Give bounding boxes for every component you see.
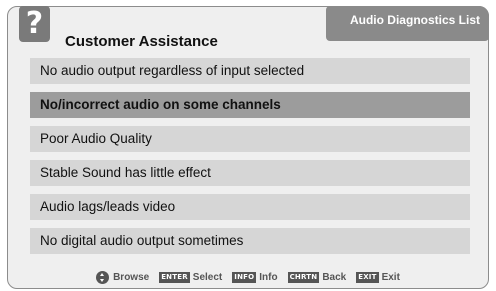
button-hints-bar: Browse ENTER Select INFO Info CHRTN Back… [0, 268, 496, 286]
hint-select: ENTER Select [159, 271, 223, 283]
enter-key-icon: ENTER [159, 271, 190, 283]
diagnostics-menu: No audio output regardless of input sele… [30, 58, 470, 262]
menu-item-label: No audio output regardless of input sele… [40, 63, 305, 78]
browse-label: Browse [113, 271, 150, 283]
hint-back: CHRTN Back [287, 271, 347, 283]
menu-item-label: Stable Sound has little effect [40, 165, 211, 180]
menu-item-no-digital-audio[interactable]: No digital audio output sometimes [30, 228, 470, 254]
question-mark-icon: ? [19, 6, 50, 42]
menu-item-poor-audio-quality[interactable]: Poor Audio Quality [30, 126, 470, 152]
page-title: Customer Assistance [65, 33, 218, 50]
dpad-up-down-icon [96, 270, 110, 284]
select-label: Select [192, 271, 223, 283]
menu-item-label: No digital audio output sometimes [40, 233, 244, 248]
menu-item-no-audio-output[interactable]: No audio output regardless of input sele… [30, 58, 470, 84]
tab-audio-diagnostics-list: Audio Diagnostics List [326, 6, 489, 41]
back-label: Back [322, 271, 347, 283]
hint-exit: EXIT Exit [356, 271, 400, 283]
menu-item-label: No/incorrect audio on some channels [40, 97, 281, 112]
menu-item-stable-sound[interactable]: Stable Sound has little effect [30, 160, 470, 186]
menu-item-label: Audio lags/leads video [40, 199, 176, 214]
info-label: Info [259, 271, 278, 283]
exit-key-icon: EXIT [356, 271, 379, 283]
exit-label: Exit [381, 271, 400, 283]
menu-item-incorrect-audio-channels[interactable]: No/incorrect audio on some channels [30, 92, 470, 118]
hint-browse: Browse [96, 270, 150, 284]
menu-item-label: Poor Audio Quality [40, 131, 152, 146]
info-key-icon: INFO [232, 271, 257, 283]
hint-info: INFO Info [232, 271, 278, 283]
help-glyph: ? [25, 6, 44, 41]
chrtn-key-icon: CHRTN [287, 271, 320, 283]
menu-item-audio-lags-video[interactable]: Audio lags/leads video [30, 194, 470, 220]
